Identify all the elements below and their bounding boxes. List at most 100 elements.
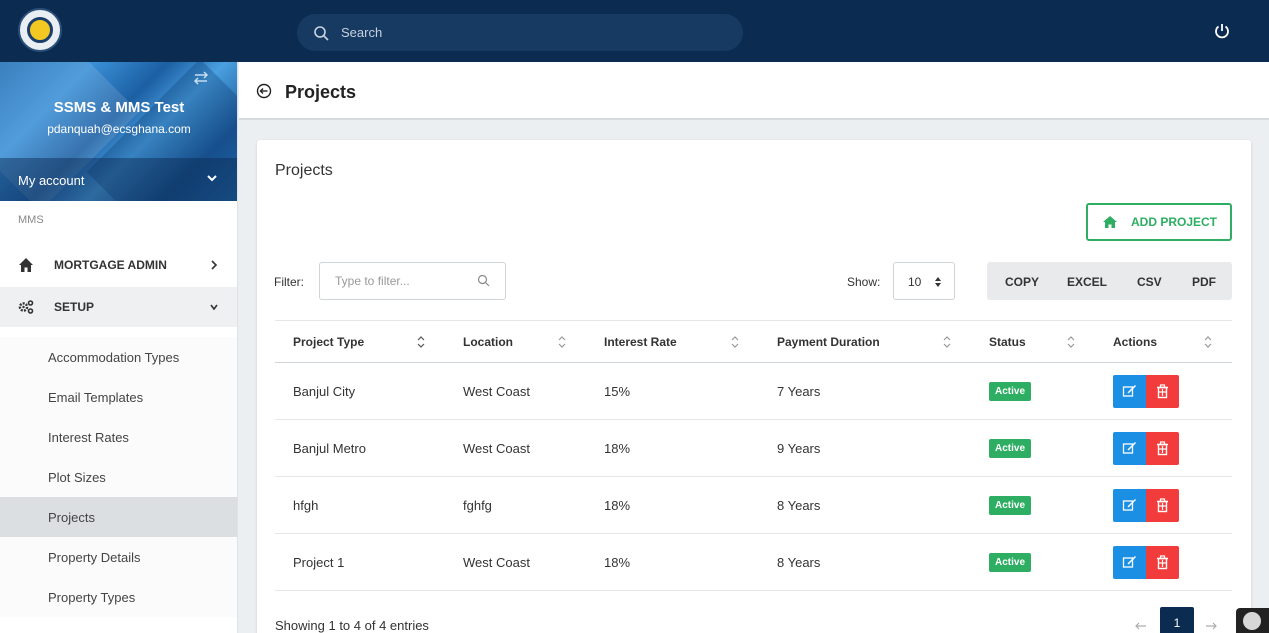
cell-location: West Coast xyxy=(445,419,586,477)
table-row: Banjul Metro West Coast 18% 9 Years Acti… xyxy=(275,419,1232,477)
csv-button[interactable]: CSV xyxy=(1137,275,1162,289)
card-title: Projects xyxy=(275,162,333,179)
status-badge: Active xyxy=(989,552,1032,572)
symfony-icon xyxy=(1243,612,1261,630)
sidebar-item-projects[interactable]: Projects xyxy=(0,497,237,537)
column-header-location[interactable]: Location xyxy=(445,320,586,363)
table-row: hfgh fghfg 18% 8 Years Active xyxy=(275,476,1232,534)
cell-project-type: Banjul Metro xyxy=(275,419,445,477)
sidebar-item-label: Accommodation Types xyxy=(48,350,180,365)
column-header-interest-rate[interactable]: Interest Rate xyxy=(586,320,759,363)
edit-icon xyxy=(1122,498,1137,511)
chevron-down-icon xyxy=(207,175,217,182)
page-size-select[interactable]: 10 xyxy=(893,262,955,300)
cell-interest-rate: 18% xyxy=(586,476,759,534)
sidebar-item-label: SETUP xyxy=(54,300,95,314)
cell-status: Active xyxy=(971,533,1095,591)
search-placeholder: Search xyxy=(341,25,383,40)
status-badge: Active xyxy=(989,438,1032,458)
sort-icon xyxy=(943,336,951,348)
arrow-left-icon[interactable] xyxy=(1135,621,1147,631)
column-label: Payment Duration xyxy=(777,334,880,349)
sidebar-item-label: MORTGAGE ADMIN xyxy=(54,258,167,272)
cell-status: Active xyxy=(971,419,1095,477)
column-header-status[interactable]: Status xyxy=(971,320,1095,363)
cell-project-type: Project 1 xyxy=(275,533,445,591)
top-navbar: Search xyxy=(0,0,1269,62)
sidebar-item-interest-rates[interactable]: Interest Rates xyxy=(0,417,237,457)
sidebar-item-label: Property Details xyxy=(48,550,141,565)
section-label: MMS xyxy=(18,214,44,226)
table-header-row: Project Type Location Interest Rate Paym… xyxy=(275,320,1232,363)
page-button-current[interactable]: 1 xyxy=(1160,607,1194,633)
chevron-down-icon xyxy=(210,304,218,311)
filter-label: Filter: xyxy=(274,275,304,289)
projects-card: Projects ADD PROJECT Filter: Show: 10 CO… xyxy=(257,140,1251,633)
column-header-payment-duration[interactable]: Payment Duration xyxy=(759,320,971,363)
trash-icon xyxy=(1157,440,1168,455)
sidebar-item-label: Email Templates xyxy=(48,390,144,405)
sort-icon xyxy=(1067,336,1075,348)
search-icon xyxy=(314,25,329,41)
cell-location: West Coast xyxy=(445,533,586,591)
show-label: Show: xyxy=(847,275,881,289)
search-bar[interactable]: Search xyxy=(297,14,743,51)
status-badge: Active xyxy=(989,381,1032,401)
profile-name: SSMS & MMS Test xyxy=(53,99,185,116)
add-project-label: ADD PROJECT xyxy=(1131,215,1218,229)
cell-actions xyxy=(1095,533,1232,591)
power-icon[interactable] xyxy=(1213,22,1231,40)
my-account-label: My account xyxy=(18,173,85,188)
edit-icon xyxy=(1122,384,1137,397)
cell-actions xyxy=(1095,476,1232,534)
cell-interest-rate: 18% xyxy=(586,419,759,477)
column-label: Interest Rate xyxy=(604,334,677,349)
sidebar-item-mortgage-admin[interactable]: MORTGAGE ADMIN xyxy=(0,245,237,285)
status-badge: Active xyxy=(989,495,1032,515)
pdf-button[interactable]: PDF xyxy=(1192,275,1216,289)
cell-interest-rate: 18% xyxy=(586,533,759,591)
cell-status: Active xyxy=(971,476,1095,534)
table-row: Banjul City West Coast 15% 7 Years Activ… xyxy=(275,362,1232,420)
back-arrow-icon[interactable] xyxy=(256,83,272,99)
cell-payment-duration: 8 Years xyxy=(759,533,971,591)
column-header-actions[interactable]: Actions xyxy=(1095,320,1232,363)
edit-icon xyxy=(1122,441,1137,454)
trash-icon xyxy=(1157,383,1168,398)
sidebar-item-property-types[interactable]: Property Types xyxy=(0,577,237,617)
edit-button[interactable] xyxy=(1113,545,1146,579)
sidebar-item-email-templates[interactable]: Email Templates xyxy=(0,377,237,417)
edit-button[interactable] xyxy=(1113,431,1146,465)
sidebar-item-label: Projects xyxy=(48,510,95,525)
swap-icon[interactable] xyxy=(193,70,209,86)
arrow-right-icon[interactable] xyxy=(1205,621,1217,631)
delete-button[interactable] xyxy=(1146,545,1179,579)
home-icon xyxy=(19,258,33,272)
seal-logo[interactable] xyxy=(18,8,62,52)
column-header-project-type[interactable]: Project Type xyxy=(275,320,445,363)
sort-icon xyxy=(558,336,566,348)
my-account-toggle[interactable]: My account xyxy=(0,158,237,201)
sidebar-item-setup[interactable]: SETUP xyxy=(0,287,237,327)
copy-button[interactable]: COPY xyxy=(1005,275,1039,289)
page-header: Projects xyxy=(239,62,1269,120)
delete-button[interactable] xyxy=(1146,374,1179,408)
projects-table: Project Type Location Interest Rate Paym… xyxy=(275,320,1232,591)
sidebar-item-accommodation-types[interactable]: Accommodation Types xyxy=(0,337,237,377)
house-icon xyxy=(1103,216,1117,228)
symfony-toolbar-toggle[interactable] xyxy=(1236,608,1269,633)
export-button-group: COPY EXCEL CSV PDF xyxy=(987,262,1232,300)
column-label: Location xyxy=(463,334,513,349)
cell-project-type: Banjul City xyxy=(275,362,445,420)
delete-button[interactable] xyxy=(1146,488,1179,522)
sidebar-item-label: Property Types xyxy=(48,590,136,605)
sidebar-item-plot-sizes[interactable]: Plot Sizes xyxy=(0,457,237,497)
sidebar-item-property-details[interactable]: Property Details xyxy=(0,537,237,577)
add-project-button[interactable]: ADD PROJECT xyxy=(1086,203,1232,241)
excel-button[interactable]: EXCEL xyxy=(1067,275,1107,289)
delete-button[interactable] xyxy=(1146,431,1179,465)
column-label: Actions xyxy=(1113,334,1158,349)
edit-button[interactable] xyxy=(1113,488,1146,522)
cell-project-type: hfgh xyxy=(275,476,445,534)
edit-button[interactable] xyxy=(1113,374,1146,408)
